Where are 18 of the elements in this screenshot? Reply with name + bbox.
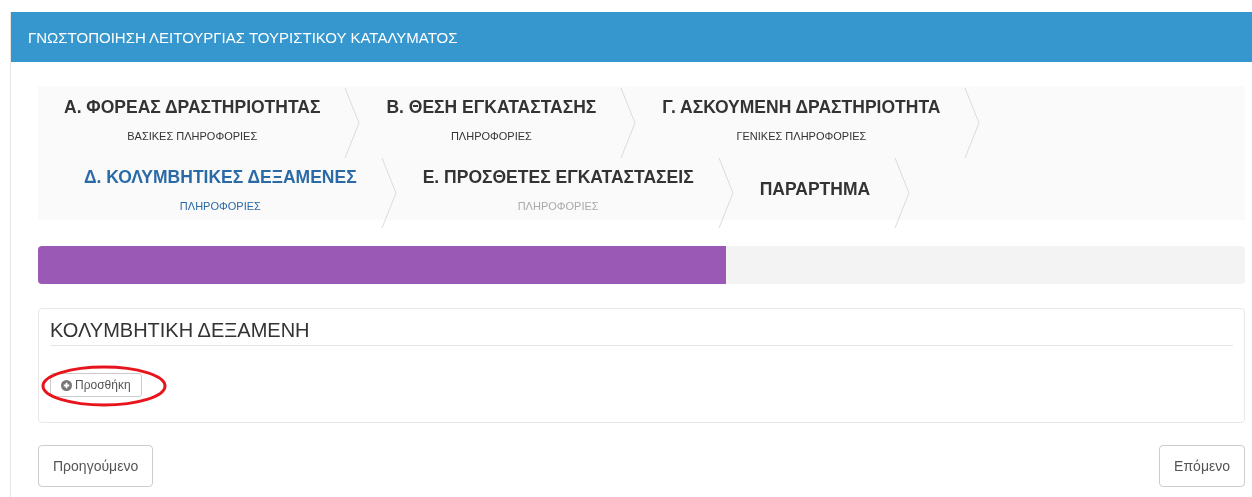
- plus-circle-icon: [61, 379, 72, 391]
- chevron-icon: [620, 87, 637, 159]
- chevron-icon: [380, 157, 397, 229]
- page-title: ΓΝΩΣΤΟΠΟΙΗΣΗ ΛΕΙΤΟΥΡΓΙΑΣ ΤΟΥΡΙΣΤΙΚΟΥ ΚΑΤΑΛΥΜΑΤΟΣ: [28, 28, 458, 46]
- chevron-icon: [717, 157, 734, 229]
- chevron-icon: [344, 87, 361, 159]
- add-button[interactable]: Προσθήκη: [50, 373, 142, 397]
- wizard-step[interactable]: ΠΑΡΑΡΤΗΜΑ: [733, 158, 911, 228]
- wizard-step[interactable]: Α. ΦΟΡΕΑΣ ΔΡΑΣΤΗΡΙΟΤΗΤΑΣ ΒΑΣΙΚΕΣ ΠΛΗΡΟΦΟΡΙΕΣ: [38, 88, 361, 158]
- next-button[interactable]: Επόμενο: [1159, 445, 1245, 487]
- wizard-step[interactable]: Ε. ΠΡΟΣΘΕΤΕΣ ΕΓΚΑΤΑΣΤΑΣΕΙΣ ΠΛΗΡΟΦΟΡΙΕΣ: [396, 158, 734, 228]
- previous-button[interactable]: Προηγούμενο: [38, 445, 154, 487]
- section-title: ΚΟΛΥΜΒΗΤΙΚΗ ΔΕΞΑΜΕΝΗ: [50, 319, 1233, 346]
- chevron-icon: [894, 157, 911, 229]
- wizard-step[interactable]: Β. ΘΕΣΗ ΕΓΚΑΤΑΣΤΑΣΗΣ ΠΛΗΡΟΦΟΡΙΕΣ: [360, 88, 637, 158]
- wizard-step[interactable]: Δ. ΚΟΛΥΜΒΗΤΙΚΕΣ ΔΕΞΑΜΕΝΕΣ ΠΛΗΡΟΦΟΡΙΕΣ: [38, 158, 397, 228]
- chevron-icon: [964, 87, 981, 159]
- wizard-step[interactable]: Γ. ΑΣΚΟΥΜΕΝΗ ΔΡΑΣΤΗΡΙΟΤΗΤΑ ΓΕΝΙΚΕΣ ΠΛΗΡΟΦΟΡΙΕΣ: [636, 88, 981, 158]
